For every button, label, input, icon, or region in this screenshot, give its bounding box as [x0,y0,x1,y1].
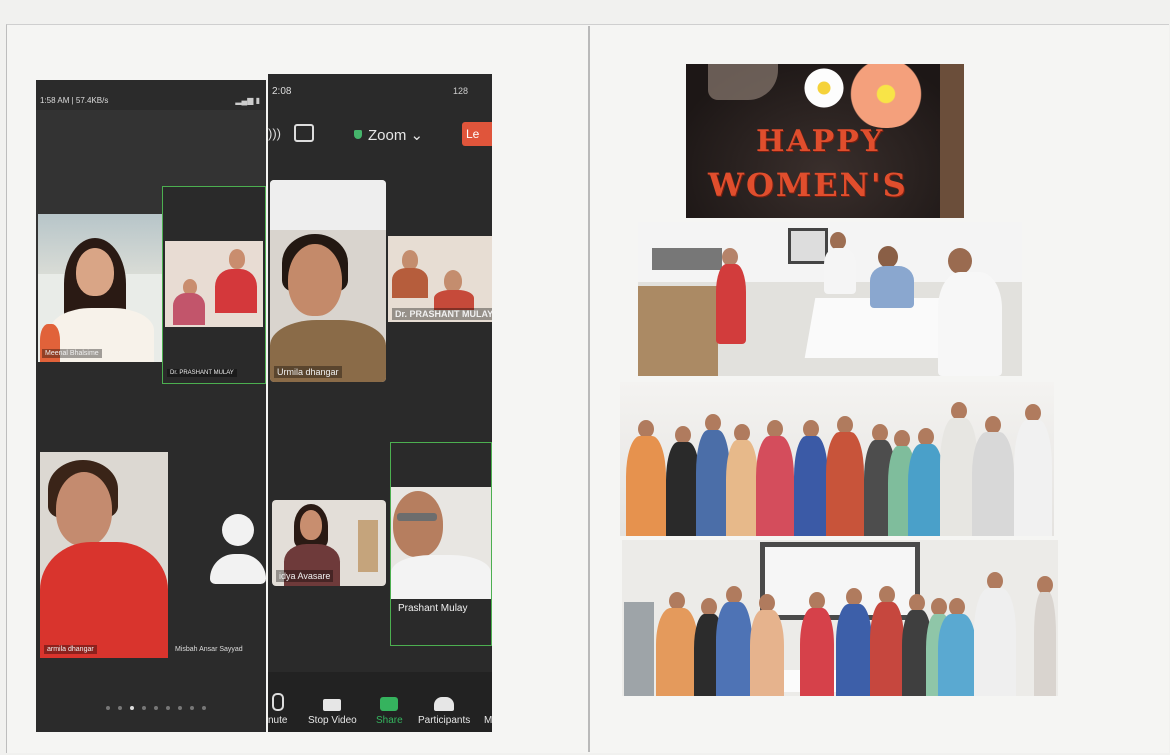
video-camera-icon [323,699,342,711]
participant-name: Prashant Mulay [398,603,468,614]
white-flower-icon [804,68,844,108]
meeting-toolbar: nute Stop Video Share Participants M [268,672,492,732]
chocolate-decoration [940,64,964,218]
status-bar: 2:08 [272,86,292,97]
participant-name: Misbah Ansar Sayyad [175,646,243,653]
participant-tile-active[interactable]: Prashant Mulay [390,442,492,646]
group-photo-2 [622,540,1058,696]
meeting-title[interactable]: Zoom ⌄ [368,126,423,144]
participant-name: Meenal Bhalsime [42,349,102,358]
stop-video-button[interactable]: Stop Video [308,699,357,726]
participant-tile[interactable]: Dr. PRASHANT MULAY [388,236,492,322]
signal-icon: ▂▄▆ ▮ [235,96,260,105]
wall-shelf [652,248,722,270]
status-bar: 1:58 AM | 57.4KB/s [40,96,109,105]
group-photo-1 [620,382,1054,536]
mute-button[interactable]: nute [268,693,287,726]
more-button[interactable]: M [484,697,492,726]
participant-name: idya Avasare [276,570,334,582]
cabinet [624,602,654,696]
avatar-icon [222,514,254,546]
participant-name: Dr. PRASHANT MULAY [167,369,237,377]
desk-counter [638,286,718,376]
page-indicator [106,706,206,710]
office-meeting-photo [638,222,1022,376]
speaker-icon[interactable]: ))) [268,126,281,141]
participants-button[interactable]: Participants [418,697,470,726]
share-icon [380,697,399,711]
wall-frame [788,228,828,264]
leave-button[interactable]: Le [462,122,492,146]
camera-switch-icon[interactable] [294,124,314,142]
zoom-screenshot-1: 1:58 AM | 57.4KB/s ▂▄▆ ▮ Meenal Bhalsime… [36,80,266,732]
participant-tile[interactable]: armila dhangar [40,452,168,658]
shield-icon [354,130,362,139]
participant-tile[interactable]: idya Avasare [272,500,386,586]
cake-text-womens: WOMEN'S [708,166,908,204]
participant-name: armila dhangar [44,645,97,654]
participant-name: Dr. PRASHANT MULAY [392,308,492,320]
participant-tile[interactable]: Misbah Ansar Sayyad [168,480,266,658]
status-bar-right: 128 [452,86,468,96]
zoom-screenshot-2: 2:08 128 ))) Zoom ⌄ Le Urmila dhangar Dr… [268,74,492,732]
participant-name: Urmila dhangar [274,366,342,378]
share-button[interactable]: Share [376,697,403,726]
participant-tile[interactable]: Urmila dhangar [270,180,386,382]
microphone-icon [271,693,284,711]
page-divider [588,26,590,752]
participant-tile-active[interactable]: Dr. PRASHANT MULAY [162,186,266,384]
participants-icon [434,697,455,711]
participant-tile[interactable]: Meenal Bhalsime [38,214,164,362]
cake-photo: HAPPY WOMEN'S [686,64,964,218]
cake-text-happy: HAPPY [756,124,885,159]
